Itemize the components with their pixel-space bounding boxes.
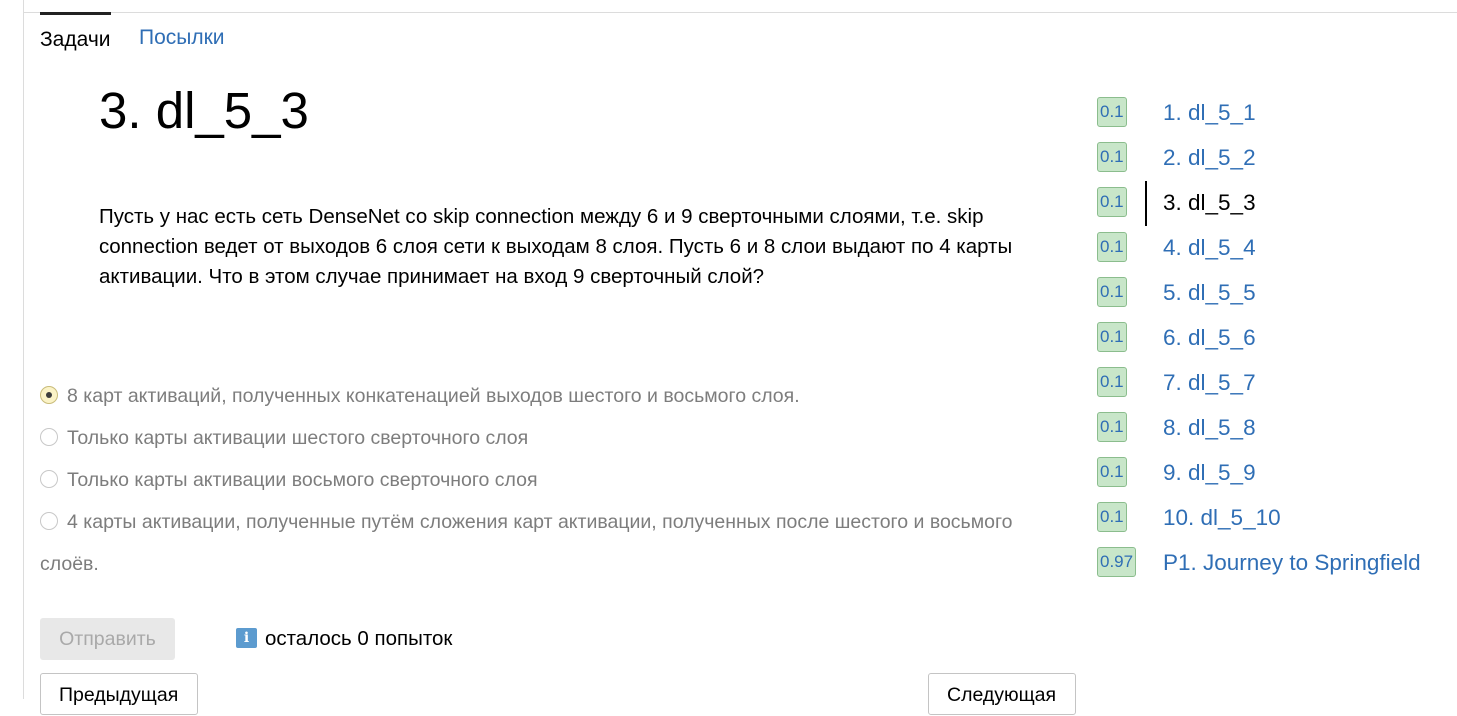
task-link[interactable]: P1. Journey to Springfield (1163, 541, 1421, 585)
score-badge: 0.1 (1097, 457, 1127, 487)
current-task-indicator (1145, 181, 1147, 226)
radio-button[interactable] (40, 427, 58, 446)
tab-submissions[interactable]: Посылки (139, 12, 225, 64)
radio-button[interactable] (40, 469, 58, 488)
answer-options: 8 карт активаций, полученных конкатенаци… (40, 375, 1050, 585)
task-link[interactable]: 5. dl_5_5 (1163, 271, 1256, 315)
option-label: 8 карт активаций, полученных конкатенаци… (67, 385, 800, 407)
option-label: Только карты активации шестого сверточно… (67, 427, 529, 449)
header-divider (24, 12, 1457, 13)
option-label: 4 карты активации, полученные путём слож… (40, 511, 1013, 575)
answer-option[interactable]: 8 карт активаций, полученных конкатенаци… (40, 375, 1050, 417)
task-link[interactable]: 10. dl_5_10 (1163, 496, 1281, 540)
tab-tasks[interactable]: Задачи (40, 12, 111, 64)
attempts-remaining-text: осталось 0 попыток (265, 627, 453, 650)
answer-option[interactable]: Только карты активации шестого сверточно… (40, 417, 1050, 459)
answer-option[interactable]: Только карты активации восьмого сверточн… (40, 459, 1050, 501)
score-badge: 0.1 (1097, 277, 1127, 307)
score-badge: 0.1 (1097, 367, 1127, 397)
radio-button-checked[interactable] (40, 385, 58, 404)
info-icon: i (236, 628, 257, 648)
task-link[interactable]: 7. dl_5_7 (1163, 361, 1256, 405)
answer-option[interactable]: 4 карты активации, полученные путём слож… (40, 501, 1050, 585)
radio-button[interactable] (40, 511, 58, 530)
option-label: Только карты активации восьмого сверточн… (67, 469, 538, 491)
task-link[interactable]: 6. dl_5_6 (1163, 316, 1256, 360)
previous-button[interactable]: Предыдущая (40, 673, 198, 715)
score-badge: 0.1 (1097, 142, 1127, 172)
score-badge: 0.1 (1097, 97, 1127, 127)
task-link[interactable]: 2. dl_5_2 (1163, 136, 1256, 180)
task-link[interactable]: 3. dl_5_3 (1163, 181, 1256, 225)
submit-button[interactable]: Отправить (40, 618, 175, 660)
score-badge: 0.97 (1097, 547, 1137, 577)
left-border-line (23, 0, 24, 699)
problem-title: 3. dl_5_3 (99, 82, 309, 139)
task-link[interactable]: 9. dl_5_9 (1163, 451, 1256, 495)
score-badge: 0.1 (1097, 187, 1127, 217)
score-badge: 0.1 (1097, 232, 1127, 262)
score-badge: 0.1 (1097, 502, 1127, 532)
problem-statement: Пусть у нас есть сеть DenseNet со skip c… (99, 205, 1013, 288)
score-badge: 0.1 (1097, 322, 1127, 352)
task-link[interactable]: 1. dl_5_1 (1163, 91, 1256, 135)
score-badge: 0.1 (1097, 412, 1127, 442)
task-link[interactable]: 8. dl_5_8 (1163, 406, 1256, 450)
task-link[interactable]: 4. dl_5_4 (1163, 226, 1256, 270)
next-button[interactable]: Следующая (928, 673, 1076, 715)
